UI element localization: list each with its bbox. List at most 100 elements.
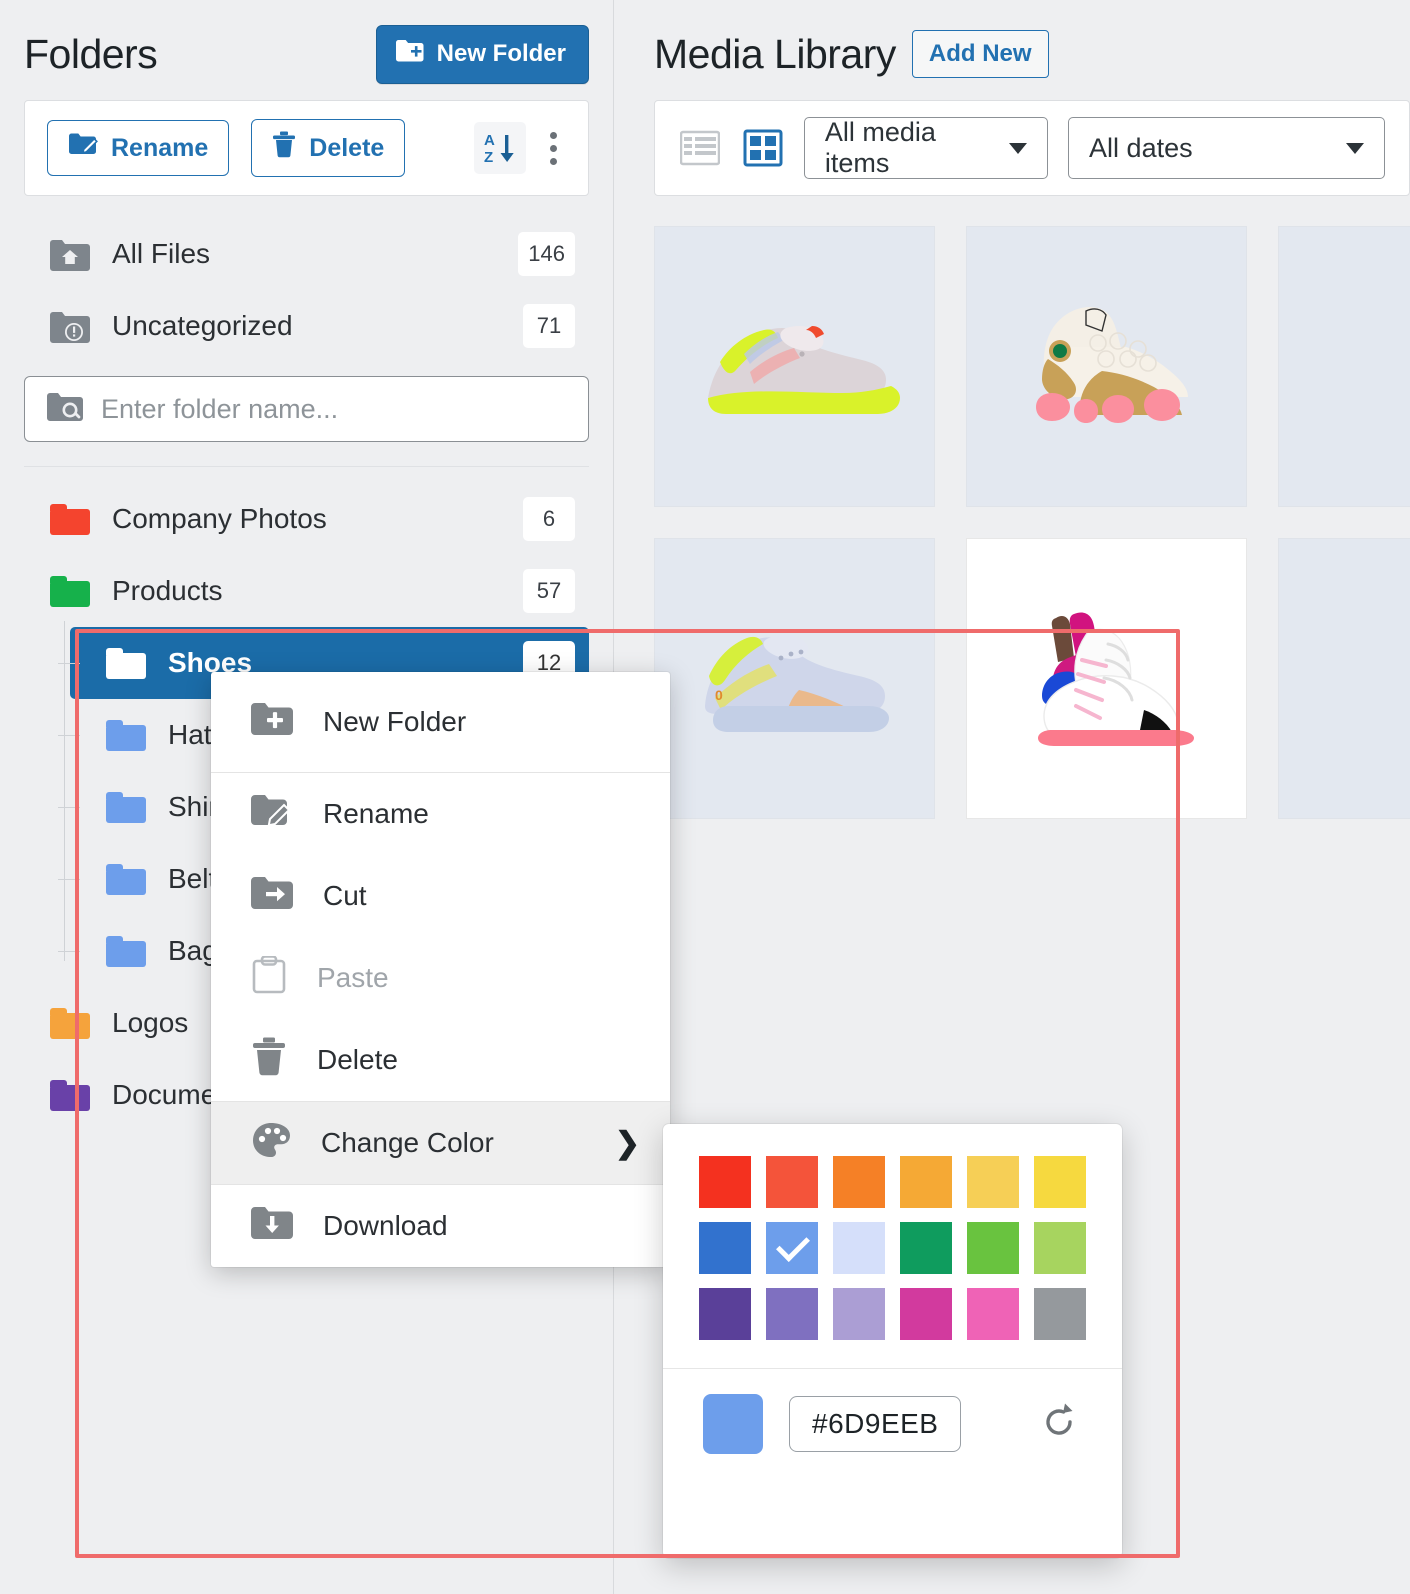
media-type-filter-select[interactable]: All media items: [803, 117, 1049, 179]
context-menu-item-label: Paste: [317, 962, 389, 993]
folder-icon: [106, 863, 146, 895]
sort-alpha-down-icon[interactable]: A Z: [474, 122, 526, 174]
folder-search-icon: [47, 392, 83, 427]
shoe-thumbnail-image: [1035, 306, 1188, 423]
context-menu-item-download[interactable]: Download: [211, 1185, 670, 1267]
current-color-preview[interactable]: [703, 1394, 763, 1454]
shoe-thumbnail-image: [1037, 612, 1194, 746]
media-item-basketball-shoe-purple-gold[interactable]: [1278, 538, 1410, 819]
folder-icon: [106, 935, 146, 967]
shoe-thumbnail-image: [707, 325, 900, 414]
shoe-thumbnail-image: [1386, 297, 1410, 437]
folder-item-company-photos[interactable]: Company Photos 6: [24, 483, 589, 555]
color-picker-popover: #6D9EEB: [663, 1124, 1122, 1558]
color-swatch-grid: [663, 1124, 1122, 1362]
folder-item-count: 57: [523, 569, 575, 613]
color-swatch[interactable]: [833, 1222, 885, 1274]
color-swatch-selected[interactable]: [766, 1222, 818, 1274]
color-swatch[interactable]: [699, 1288, 751, 1340]
chevron-right-icon: ❯: [614, 1126, 640, 1160]
color-swatch[interactable]: [967, 1288, 1019, 1340]
trash-icon: [272, 131, 296, 165]
color-swatch[interactable]: [699, 1156, 751, 1208]
color-swatch[interactable]: [900, 1222, 952, 1274]
color-swatch[interactable]: [967, 1222, 1019, 1274]
folder-plus-icon: [395, 39, 425, 70]
add-new-button[interactable]: Add New: [911, 30, 1049, 78]
folder-context-menu: New Folder Rename Cut Paste Delete Chang…: [211, 672, 670, 1267]
context-menu-item-rename[interactable]: Rename: [211, 773, 670, 855]
date-filter-select[interactable]: All dates: [1068, 117, 1386, 179]
color-swatch[interactable]: [766, 1156, 818, 1208]
color-swatch[interactable]: [766, 1288, 818, 1340]
color-swatch[interactable]: [900, 1156, 952, 1208]
color-swatch[interactable]: [900, 1288, 952, 1340]
folder-icon: [106, 791, 146, 823]
folders-header: Folders New Folder: [24, 0, 589, 100]
media-item-basketball-shoe-volt[interactable]: [654, 226, 935, 507]
color-swatch[interactable]: [1034, 1156, 1086, 1208]
shoe-thumbnail-image: 0: [704, 634, 889, 732]
media-item-sneaker-pink-white[interactable]: [966, 538, 1247, 819]
reset-rotate-icon[interactable]: [1036, 1399, 1082, 1450]
folder-pencil-icon: [251, 794, 293, 835]
context-menu-item-change-color[interactable]: Change Color ❯: [211, 1102, 670, 1184]
folder-item-products[interactable]: Products 57: [24, 555, 589, 627]
context-menu-item-delete[interactable]: Delete: [211, 1019, 670, 1101]
new-folder-button-label: New Folder: [436, 40, 566, 67]
folder-icon: [50, 503, 90, 535]
folder-icon: [50, 575, 90, 607]
folder-alert-icon: [50, 311, 90, 343]
folder-download-icon: [251, 1206, 293, 1247]
folder-search-row[interactable]: [24, 376, 589, 442]
context-menu-item-label: Download: [323, 1210, 448, 1241]
folder-item-label: All Files: [112, 238, 211, 269]
hex-value-input[interactable]: #6D9EEB: [789, 1396, 962, 1452]
media-item-basketball-shoe-pastel[interactable]: 0: [654, 538, 935, 819]
trash-icon: [251, 1037, 287, 1084]
folder-item-all-files[interactable]: All Files 146: [24, 218, 589, 290]
folder-item-count: 146: [518, 232, 575, 276]
date-filter-value: All dates: [1089, 132, 1193, 163]
chevron-down-icon: [1009, 142, 1028, 154]
folder-icon: [106, 647, 146, 679]
delete-button[interactable]: Delete: [251, 119, 406, 177]
folder-item-uncategorized[interactable]: Uncategorized 71: [24, 290, 589, 362]
shoe-thumbnail-image: [1386, 609, 1410, 749]
color-swatch[interactable]: [833, 1156, 885, 1208]
rename-button-label: Rename: [111, 133, 209, 162]
clipboard-icon: [251, 954, 287, 1001]
new-folder-button[interactable]: New Folder: [375, 24, 589, 84]
page-title: Folders: [24, 30, 158, 77]
color-swatch[interactable]: [967, 1156, 1019, 1208]
svg-text:A: A: [484, 132, 495, 149]
context-menu-item-label: Change Color: [321, 1127, 494, 1158]
media-library-header: Media Library Add New: [654, 0, 1410, 100]
color-swatch[interactable]: [699, 1222, 751, 1274]
media-filter-bar: All media items All dates: [654, 100, 1410, 196]
svg-text:0: 0: [715, 687, 723, 703]
grid-view-icon[interactable]: [741, 125, 783, 171]
rename-button[interactable]: Rename: [47, 120, 230, 176]
context-menu-item-cut[interactable]: Cut: [211, 855, 670, 937]
media-type-filter-value: All media items: [824, 117, 936, 178]
folder-icon: [50, 1007, 90, 1039]
context-menu-item-label: Rename: [323, 798, 429, 829]
color-swatch[interactable]: [833, 1288, 885, 1340]
list-view-icon[interactable]: [679, 125, 721, 171]
folder-item-count: 6: [523, 497, 575, 541]
search-input[interactable]: [101, 393, 566, 425]
svg-text:Z: Z: [484, 149, 493, 166]
color-swatch[interactable]: [1034, 1288, 1086, 1340]
folder-item-label: Products: [112, 575, 223, 606]
color-swatch[interactable]: [1034, 1222, 1086, 1274]
media-item-basketball-shoe-tan-pink[interactable]: [966, 226, 1247, 507]
folders-toolbar: Rename Delete A Z: [24, 100, 589, 196]
folder-icon: [50, 1079, 90, 1111]
color-picker-footer: #6D9EEB: [663, 1369, 1122, 1479]
media-library-title: Media Library: [654, 30, 896, 77]
context-menu-item-label: New Folder: [323, 706, 467, 737]
context-menu-item-new-folder[interactable]: New Folder: [211, 672, 670, 772]
kebab-menu-icon[interactable]: [540, 122, 566, 174]
media-item-basketball-shoe-blue-tan[interactable]: [1278, 226, 1410, 507]
